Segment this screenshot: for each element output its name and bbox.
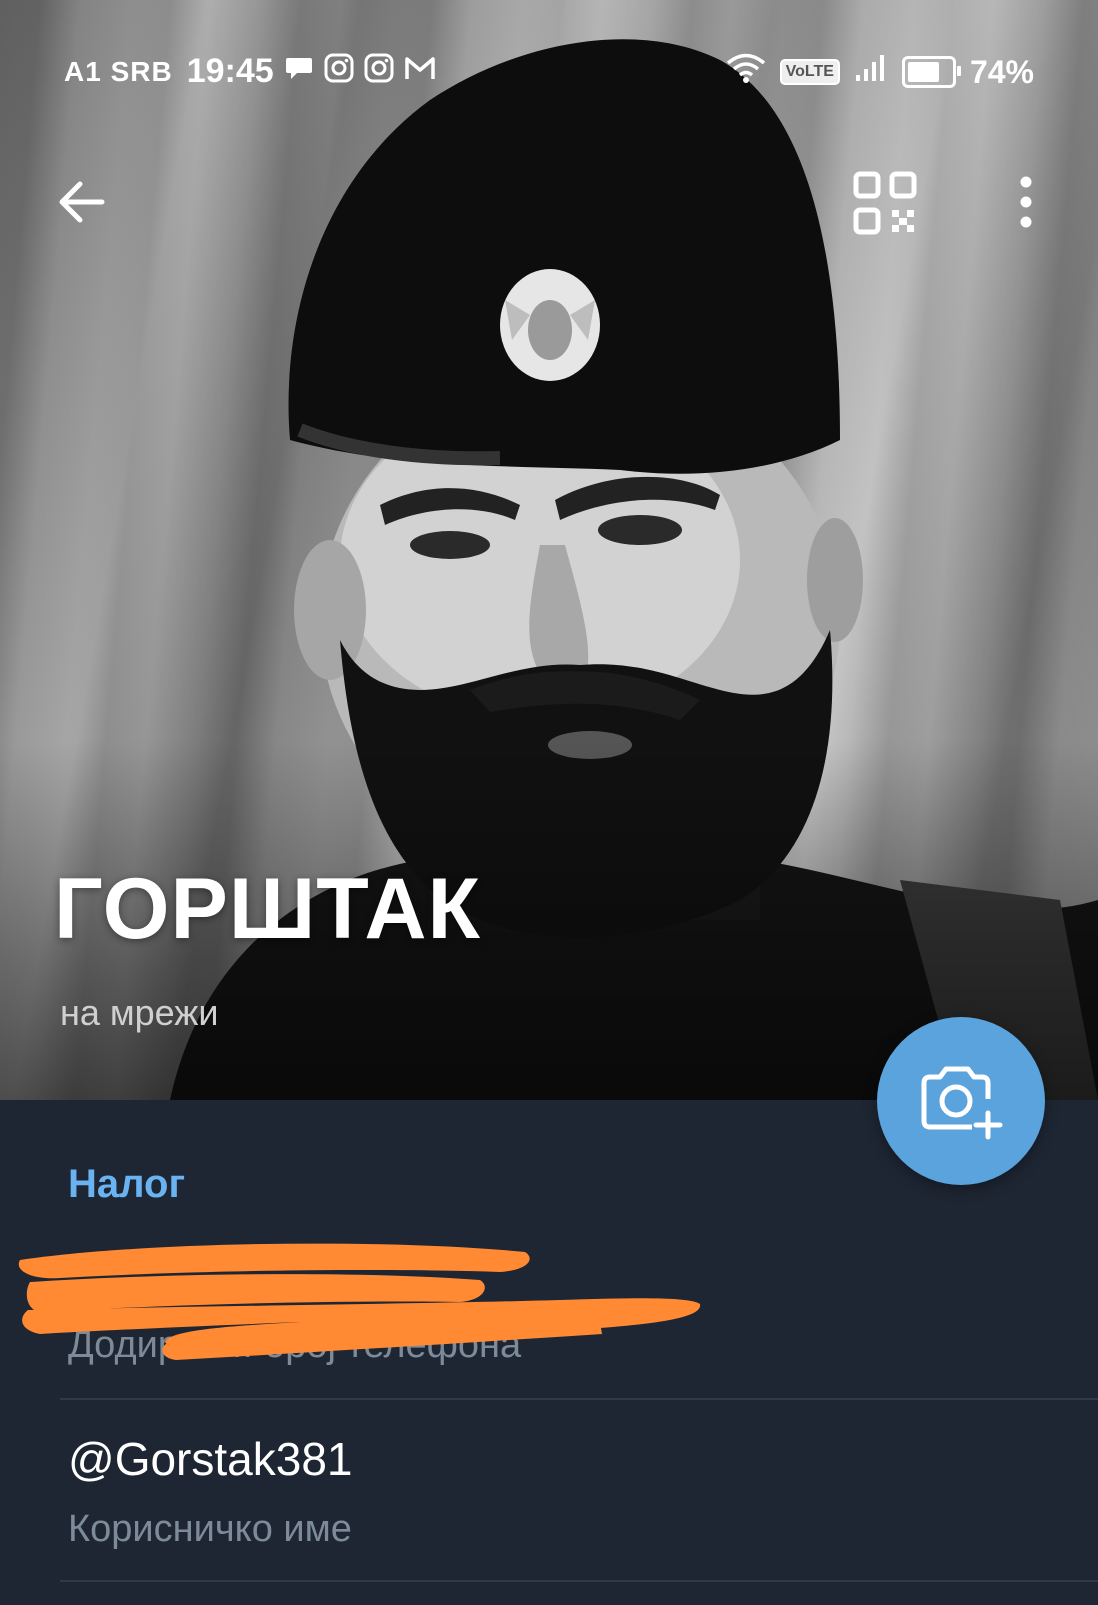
arrow-left-icon xyxy=(59,181,105,223)
instagram-icon xyxy=(364,53,394,91)
battery-icon xyxy=(901,56,961,88)
username-label: Корисничко име xyxy=(68,1508,352,1550)
status-bar: A1 SRB 19:45 VoLTE 74% xyxy=(0,40,1098,100)
carrier-name: A1 SRB xyxy=(64,55,173,87)
qr-code-icon xyxy=(853,171,917,235)
online-status: на мрежи xyxy=(60,992,219,1033)
more-options-button[interactable] xyxy=(1000,170,1052,234)
gmail-icon xyxy=(404,53,436,91)
profile-name: ГОРШТАК xyxy=(54,861,482,957)
set-photo-button[interactable] xyxy=(877,1017,1045,1185)
chat-bubble-icon xyxy=(284,53,314,91)
username-value[interactable]: @Gorstak381 xyxy=(68,1432,353,1486)
profile-toolbar xyxy=(0,160,1098,240)
clock: 19:45 xyxy=(186,52,274,90)
wifi-icon xyxy=(726,52,766,92)
volte-icon: VoLTE xyxy=(779,59,840,85)
more-vertical-icon xyxy=(1020,176,1032,228)
section-title: Налог xyxy=(68,1162,186,1206)
instagram-icon xyxy=(324,53,354,91)
back-button[interactable] xyxy=(50,170,114,234)
redaction-scribble xyxy=(18,1243,701,1360)
row-divider xyxy=(60,1398,1098,1400)
camera-add-icon xyxy=(921,1066,1003,1140)
battery-percentage: 74% xyxy=(969,53,1034,90)
signal-icon xyxy=(854,53,888,91)
qr-code-button[interactable] xyxy=(850,168,920,238)
row-divider xyxy=(60,1580,1098,1582)
